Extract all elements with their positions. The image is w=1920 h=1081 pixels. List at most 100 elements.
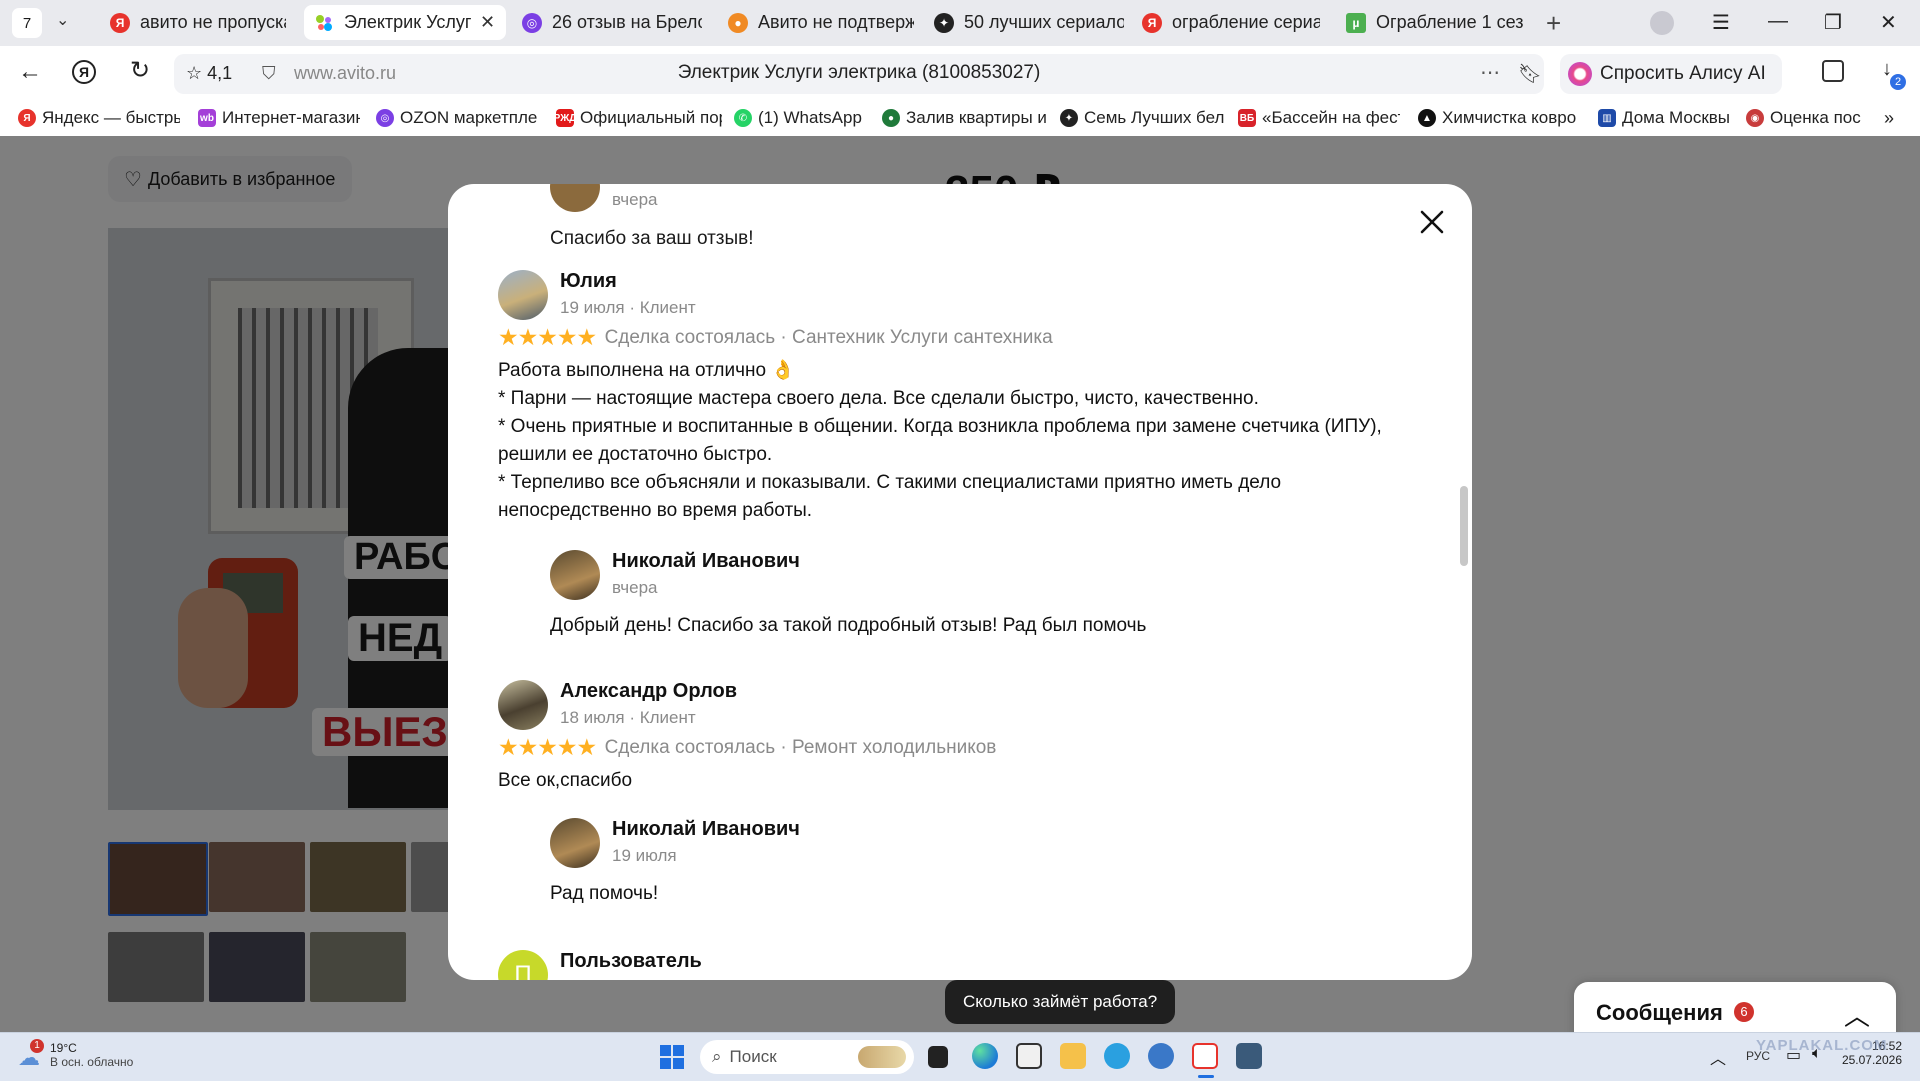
question-chip[interactable]: Сколько займёт работа? (945, 980, 1176, 1024)
reviewer-avatar[interactable] (498, 270, 548, 320)
messages-count-badge: 6 (1734, 1002, 1754, 1022)
tab-title: авито не пропускает (140, 12, 286, 32)
tab-title: 50 лучших сериалов (964, 12, 1124, 32)
alice-icon (1568, 62, 1592, 86)
tab-2[interactable]: ◎ 26 отзыв на Брелок (512, 5, 712, 40)
sparkle-icon: ✦ (1060, 109, 1078, 127)
tab-count-button[interactable]: 7 (12, 8, 42, 38)
bookmark-1[interactable]: wb Интернет-магазин (198, 108, 360, 128)
yandex-home-icon[interactable]: Я (72, 60, 96, 84)
bookmark-label: Оценка пос (1770, 108, 1861, 127)
more-options-icon[interactable]: ⋯ (1480, 60, 1500, 85)
deal-status: Сделка состоялась · Сантехник Услуги сан… (604, 326, 1053, 348)
rzd-icon: РЖД (556, 109, 576, 127)
weather-description: В осн. облачно (50, 1055, 134, 1069)
tab-title: ограбление сериал (1172, 12, 1320, 32)
reply-text: Рад помочь! (550, 883, 659, 904)
bookmark-3[interactable]: РЖДОфициальный портал (556, 108, 722, 128)
reload-icon[interactable]: ↻ (130, 56, 150, 85)
reply-time: вчера (612, 190, 658, 209)
review-meta: 18 июля · Клиент (560, 708, 696, 727)
review-item: П Пользователь (498, 950, 1418, 980)
tab-list-chevron-icon[interactable]: ⌄ (56, 10, 69, 30)
pin-icon: ● (882, 109, 900, 127)
close-icon[interactable] (1418, 208, 1446, 236)
review-header: П Пользователь (498, 950, 1418, 980)
calculator-icon[interactable] (1236, 1043, 1262, 1069)
edge-icon[interactable] (972, 1043, 998, 1069)
ask-alice-button[interactable]: Спросить Алису AI (1560, 54, 1782, 94)
tab-4[interactable]: ✦ 50 лучших сериалов (924, 5, 1134, 40)
bookmark-icon[interactable]: 🔖︎ (1518, 62, 1542, 86)
bookmarks-bar: Я Яндекс — быстрый поиск wb Интернет-магаз… (0, 102, 1920, 137)
reply-time: 19 июля (612, 846, 677, 865)
reviewer-name[interactable]: Александр Орлов (560, 680, 737, 703)
weather-temp: 19°C (50, 1041, 77, 1055)
bookmark-4[interactable]: ✆ (1) WhatsApp (734, 108, 874, 128)
bookmark-7[interactable]: ВБ «Бассейн на фест (1238, 108, 1400, 128)
tab-0[interactable]: Я авито не пропускает (100, 5, 296, 40)
seller-avatar[interactable] (550, 818, 600, 868)
close-tab-icon[interactable]: ✕ (480, 12, 495, 33)
menu-icon[interactable]: ☰ (1712, 10, 1730, 35)
bookmark-6[interactable]: ✦ Семь Лучших бел (1060, 108, 1224, 128)
more-bookmarks-icon[interactable]: » (1884, 108, 1894, 129)
bookmark-2[interactable]: ◎ OZON маркетплейс (376, 108, 538, 128)
new-tab-icon[interactable]: + (1546, 8, 1561, 39)
bookmark-label: Яндекс — быстрый поиск (42, 108, 180, 127)
seller-name[interactable]: Николай Иванович (612, 550, 800, 573)
clock-date: 25.07.2026 (1841, 1053, 1902, 1067)
telegram-icon[interactable] (1104, 1043, 1130, 1069)
game-icon[interactable] (1016, 1043, 1042, 1069)
star-rating: ★★★★★ (498, 324, 597, 350)
bookmark-0[interactable]: Я Яндекс — быстрый поиск (18, 108, 180, 128)
reviewer-avatar[interactable] (498, 680, 548, 730)
search-icon: ⌕ (712, 1047, 722, 1066)
seller-name[interactable]: Николай Иванович (612, 818, 800, 841)
tray-chevron-icon[interactable]: ︿ (1710, 1045, 1726, 1069)
downloads-badge: 2 (1890, 74, 1906, 90)
reviewer-name[interactable]: Пользователь (560, 950, 702, 973)
restore-icon[interactable]: ❐ (1824, 10, 1842, 35)
chevron-up-icon[interactable]: ︿ (1844, 996, 1870, 1032)
bookmark-label: OZON маркетплейс (400, 108, 538, 127)
bookmark-8[interactable]: ▲ Химчистка ковро (1418, 108, 1582, 128)
weather-widget[interactable]: ☁ 1 19°C В осн. облачно (18, 1039, 134, 1070)
tab-1-active[interactable]: Электрик Услуги электрика ✕ (304, 5, 506, 40)
reviews-modal: вчера Спасибо за ваш отзыв! Юлия 19 июля… (448, 184, 1472, 980)
collections-icon[interactable] (1822, 60, 1844, 82)
bookmark-9[interactable]: ▥ Дома Москвы (1598, 108, 1738, 128)
bookmark-5[interactable]: ● Залив квартиры и (882, 108, 1048, 128)
start-icon[interactable] (660, 1045, 684, 1069)
task-view-icon[interactable] (928, 1046, 948, 1068)
address-bar[interactable]: ☆ 4,1 ⛉ www.avito.ru Электрик Услуги эле… (174, 54, 1544, 94)
start-square (673, 1058, 684, 1069)
tab-bar: 7 ⌄ Я авито не пропускает Электрик Услуг… (0, 0, 1920, 46)
seller-avatar[interactable] (550, 550, 600, 600)
windows-taskbar: ☁ 1 19°C В осн. облачно ⌕ Поиск ︿ РУС ▭ … (0, 1032, 1920, 1081)
reviewer-name[interactable]: Юлия (560, 270, 617, 293)
bookmark-label: Официальный портал (580, 108, 722, 127)
yandex-browser-icon[interactable] (1192, 1043, 1218, 1069)
weather-badge: 1 (30, 1039, 44, 1053)
taskbar-search[interactable]: ⌕ Поиск (700, 1040, 914, 1074)
tab-count: 7 (22, 14, 32, 32)
minimize-icon[interactable]: — (1768, 10, 1788, 33)
file-explorer-icon[interactable] (1060, 1043, 1086, 1069)
close-window-icon[interactable]: ✕ (1880, 10, 1897, 35)
tab-6[interactable]: µ Ограбление 1 сезон (1336, 5, 1534, 40)
tab-3[interactable]: ● Авито не подтверждает (718, 5, 924, 40)
yandex-icon: Я (110, 12, 130, 33)
bookmark-label: Залив квартиры и (906, 108, 1047, 127)
back-icon[interactable]: ← (18, 58, 42, 86)
tab-5[interactable]: Я ограбление сериал (1132, 5, 1330, 40)
reviewer-avatar[interactable]: П (498, 950, 548, 980)
tab-title: Авито не подтверждает (758, 12, 914, 32)
profile-icon[interactable] (1650, 11, 1674, 35)
modal-scrollbar[interactable] (1460, 486, 1468, 566)
qbittorrent-icon[interactable] (1148, 1043, 1174, 1069)
bookmark-10[interactable]: ◉ Оценка пос (1746, 108, 1864, 128)
firefox-style-icon: ● (728, 12, 748, 33)
bookmark-label: Интернет-магазин (222, 108, 360, 127)
messages-panel[interactable]: Сообщения 6 ︿ (1574, 982, 1896, 1032)
